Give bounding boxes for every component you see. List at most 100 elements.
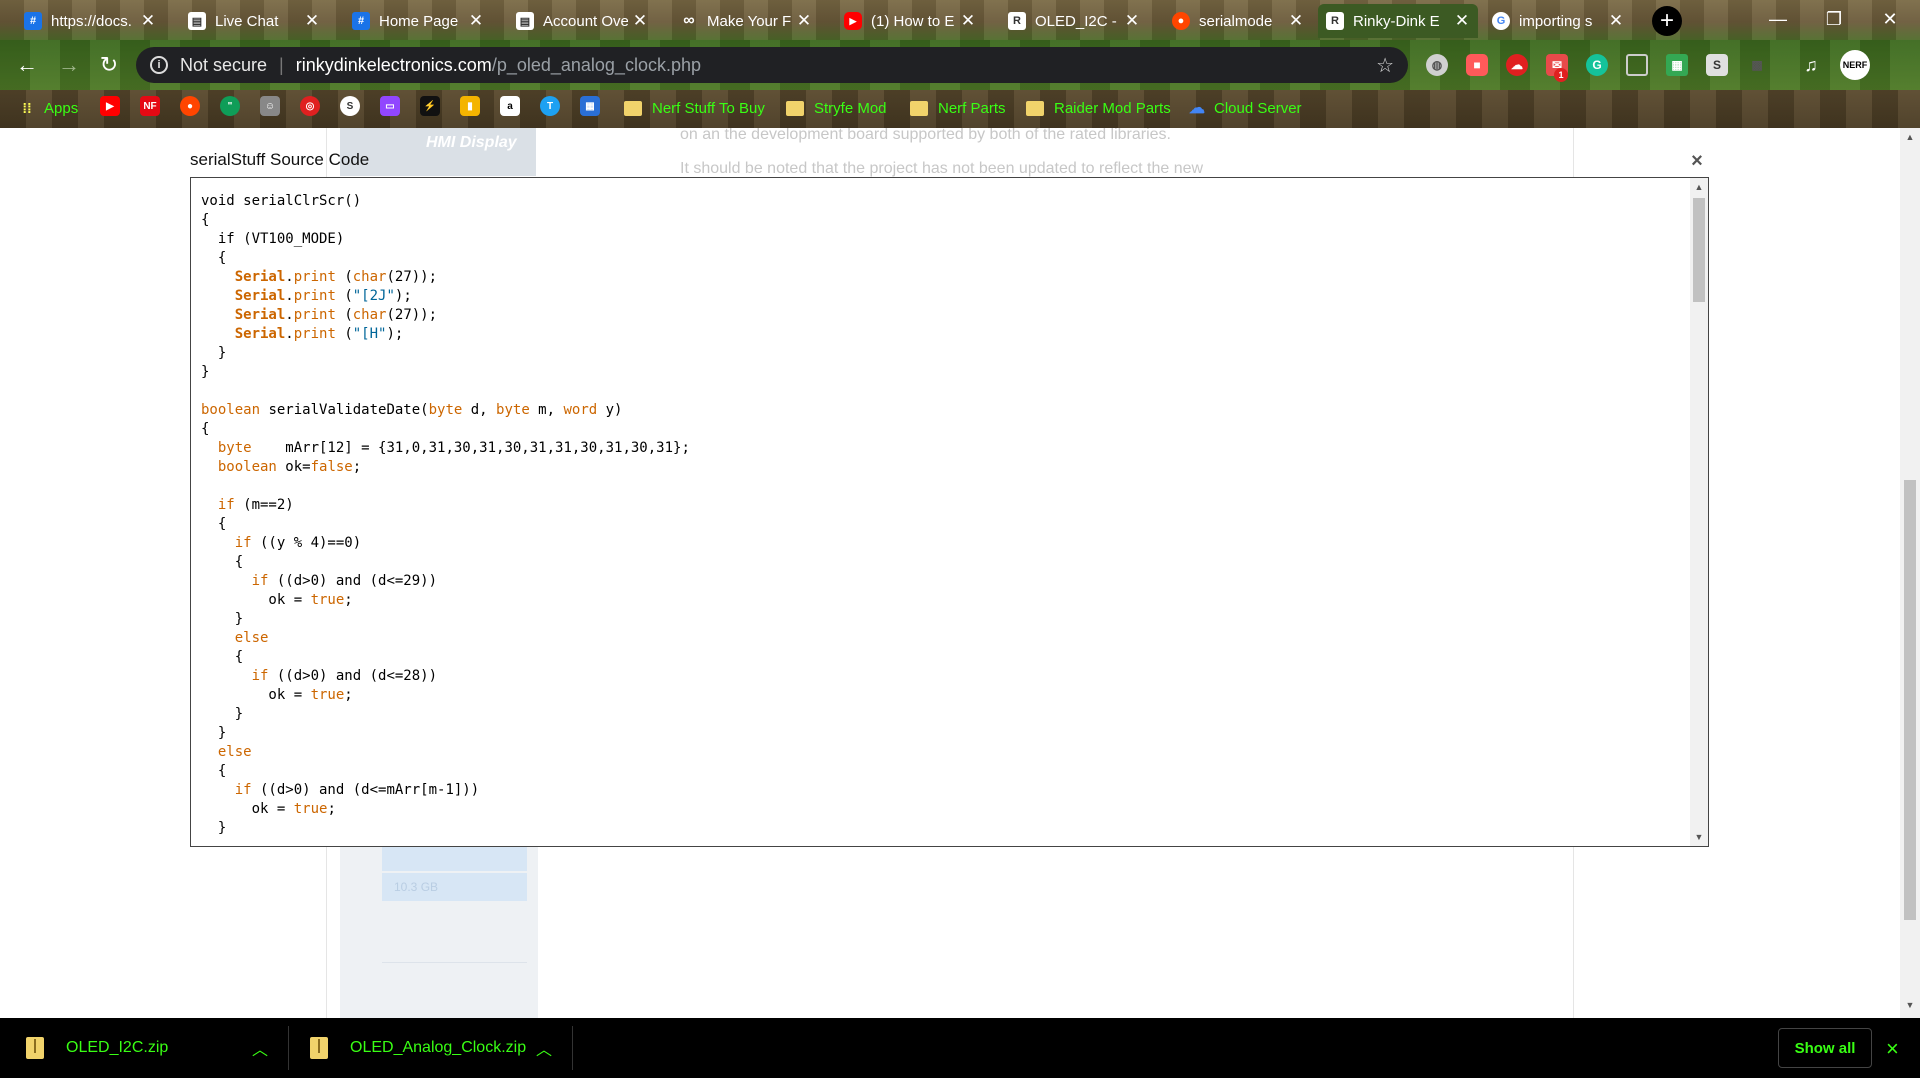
background-text: on an the development board supported by… xyxy=(680,128,1171,143)
code-token: ); xyxy=(386,326,404,342)
url-host: rinkydinkelectronics.com xyxy=(295,54,492,75)
extension-page-icon[interactable] xyxy=(1626,54,1648,76)
reddit-icon[interactable]: ● xyxy=(180,96,200,116)
code-line: boolean ok=false; xyxy=(201,458,690,477)
minimize-button[interactable]: — xyxy=(1750,0,1806,38)
dialog-close-button[interactable]: × xyxy=(1688,151,1706,171)
reload-button[interactable]: ↻ xyxy=(94,50,124,80)
code-line: boolean serialValidateDate(byte d, byte … xyxy=(201,401,690,420)
download-item-oled-i2c[interactable]: OLED_I2C.zip xyxy=(26,1018,168,1078)
chart-icon[interactable]: ▮ xyxy=(460,96,480,116)
security-label: Not secure xyxy=(180,54,268,75)
close-icon[interactable]: ✕ xyxy=(304,11,320,31)
arrow-left-icon: ← xyxy=(16,52,38,77)
forward-button[interactable]: → xyxy=(54,50,84,80)
tab-youtube[interactable]: ▶ (1) How to E ✕ xyxy=(836,4,984,38)
code-scrollbar[interactable]: ▲ ▼ xyxy=(1690,178,1708,846)
close-icon[interactable]: ✕ xyxy=(960,11,976,31)
back-button[interactable]: ← xyxy=(12,50,42,80)
code-token: m, xyxy=(529,402,564,418)
code-token: true xyxy=(310,592,345,608)
bookmark-apps[interactable]: ⁞⁞ Apps xyxy=(18,96,78,120)
tab-home-page[interactable]: # Home Page ✕ xyxy=(344,4,492,38)
source-code-viewer[interactable]: void serialClrScr() { if (VT100_MODE) { S… xyxy=(190,177,1709,847)
code-token: d, xyxy=(462,402,497,418)
extension-video-icon[interactable]: ■ xyxy=(1466,54,1488,76)
target-icon[interactable]: ◎ xyxy=(300,96,320,116)
code-token: else xyxy=(234,630,269,646)
scroll-down-icon[interactable]: ▼ xyxy=(1904,1000,1916,1010)
url-path: /p_oled_analog_clock.php xyxy=(491,54,701,75)
code-line: } xyxy=(201,819,690,838)
restore-button[interactable]: ❐ xyxy=(1806,0,1862,38)
bolt-icon[interactable]: ⚡ xyxy=(420,96,440,116)
tab-account-overview[interactable]: ▤ Account Ove ✕ xyxy=(508,4,656,38)
scroll-up-icon[interactable]: ▲ xyxy=(1904,132,1916,142)
scroll-up-icon[interactable]: ▲ xyxy=(1693,182,1705,192)
bookmark-folder-4[interactable]: Raider Mod Parts xyxy=(1026,96,1171,120)
profile-avatar[interactable]: NERF xyxy=(1840,50,1870,80)
code-line: } xyxy=(201,705,690,724)
extension-s-icon[interactable]: S xyxy=(1706,54,1728,76)
code-token: ); xyxy=(394,288,412,304)
extension-cloud-icon[interactable]: ☁ xyxy=(1506,54,1528,76)
youtube-icon[interactable]: ▶ xyxy=(100,96,120,116)
extension-globe-icon[interactable]: ◍ xyxy=(1426,54,1448,76)
twitch-icon[interactable]: ▭ xyxy=(380,96,400,116)
chevron-up-icon[interactable]: ︿ xyxy=(252,1018,268,1078)
chevron-up-icon[interactable]: ︿ xyxy=(536,1018,552,1078)
grammarly-icon[interactable]: G xyxy=(1586,54,1608,76)
download-item-oled-analog-clock[interactable]: OLED_Analog_Clock.zip xyxy=(310,1018,526,1078)
scrollbar-thumb[interactable] xyxy=(1904,480,1916,920)
scrollbar-thumb[interactable] xyxy=(1693,198,1705,302)
extension-sheet-icon[interactable]: ▦ xyxy=(1666,54,1688,76)
download-shelf-close-icon[interactable]: × xyxy=(1886,1036,1899,1062)
page-scrollbar[interactable]: ▲ ▼ xyxy=(1900,128,1920,1018)
show-all-button[interactable]: Show all xyxy=(1778,1028,1872,1068)
monkey-icon[interactable]: ☺ xyxy=(260,96,280,116)
close-icon[interactable]: ✕ xyxy=(468,11,484,31)
code-line: if ((d>0) and (d<=28)) xyxy=(201,667,690,686)
bookmark-folder-3[interactable]: Nerf Parts xyxy=(910,96,1006,120)
close-icon[interactable]: ✕ xyxy=(1608,11,1624,31)
code-token: byte xyxy=(217,440,252,456)
close-icon[interactable]: ✕ xyxy=(1288,11,1304,31)
close-icon[interactable]: ✕ xyxy=(140,11,156,31)
amazon-icon[interactable]: a xyxy=(500,96,520,116)
download-divider xyxy=(572,1026,573,1070)
new-tab-button[interactable]: + xyxy=(1652,6,1682,36)
media-control-icon[interactable]: ♫ xyxy=(1800,54,1822,76)
address-bar[interactable]: i Not secure | rinkydinkelectronics.com … xyxy=(136,47,1408,83)
close-icon[interactable]: ✕ xyxy=(1124,11,1140,31)
bookmark-folder-2[interactable]: Stryfe Mod xyxy=(786,96,887,120)
skype-icon[interactable]: S xyxy=(340,96,360,116)
close-icon[interactable]: ✕ xyxy=(796,11,812,31)
code-line: { xyxy=(201,515,690,534)
tab-reddit[interactable]: ● serialmode ✕ xyxy=(1164,4,1312,38)
tab-google[interactable]: G importing s ✕ xyxy=(1484,4,1632,38)
tab-rinky-dink[interactable]: R Rinky-Dink E ✕ xyxy=(1318,4,1478,38)
calendar-icon[interactable]: ▦ xyxy=(580,96,600,116)
arrow-right-icon: → xyxy=(58,52,80,77)
tab-make-your[interactable]: ∞ Make Your F ✕ xyxy=(672,4,820,38)
t-icon[interactable]: T xyxy=(540,96,560,116)
scroll-down-icon[interactable]: ▼ xyxy=(1693,832,1705,842)
info-icon[interactable]: i xyxy=(150,56,168,74)
tab-oled-i2c[interactable]: R OLED_I2C - ✕ xyxy=(1000,4,1148,38)
bookmark-cloud-server[interactable]: ☁ Cloud Server xyxy=(1188,96,1302,120)
netflix-icon[interactable]: NF xyxy=(140,96,160,116)
tab-live-chat[interactable]: ▤ Live Chat ✕ xyxy=(180,4,328,38)
bookmark-star-icon[interactable]: ☆ xyxy=(1376,53,1394,78)
bookmark-folder-1[interactable]: Nerf Stuff To Buy xyxy=(624,96,765,120)
code-token: ( xyxy=(335,288,353,304)
cloud-icon: ☁ xyxy=(1189,100,1205,117)
close-icon[interactable]: ✕ xyxy=(632,11,648,31)
close-icon[interactable]: ✕ xyxy=(1454,11,1470,31)
extension-minecraft-icon[interactable]: ▩ xyxy=(1746,54,1768,76)
window-close-button[interactable]: ✕ xyxy=(1862,0,1918,38)
code-token: } xyxy=(201,345,227,361)
code-token: } xyxy=(201,611,244,627)
chat-icon[interactable]: " xyxy=(220,96,240,116)
tab-docs[interactable]: # https://docs. ✕ xyxy=(16,4,164,38)
